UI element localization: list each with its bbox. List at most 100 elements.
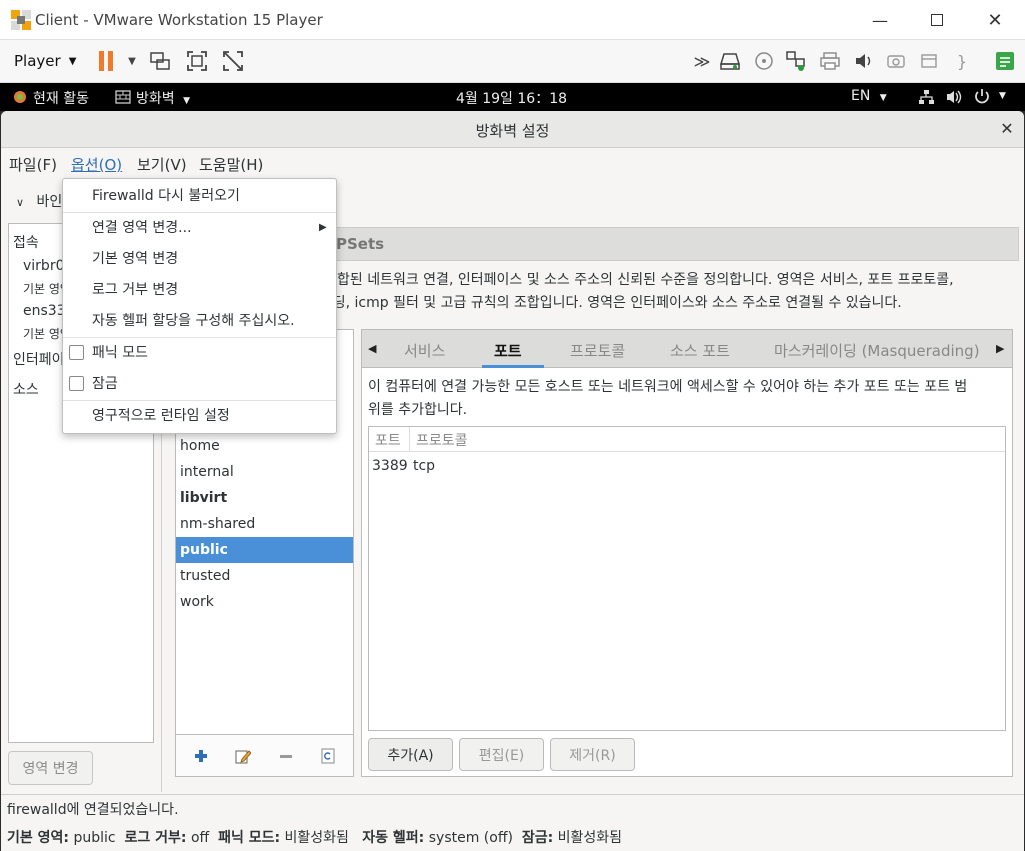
network-adapter-icon[interactable]: [784, 50, 808, 72]
zones-toolbar: [175, 735, 354, 777]
bindings-expander[interactable]: ∨ 바인: [16, 191, 62, 211]
vmware-toolbar: Player ▼ ▼ ≫ }: [0, 40, 1025, 83]
tab-protocols[interactable]: 프로토콜: [570, 340, 625, 361]
network-status-icon[interactable]: [918, 89, 934, 109]
usb-device-icon[interactable]: [917, 50, 941, 72]
menu-item-reload-firewalld[interactable]: Firewalld 다시 불러오기: [63, 181, 336, 211]
lockdown-checkbox[interactable]: [69, 376, 84, 391]
hard-disk-icon[interactable]: [719, 50, 743, 72]
edit-port-button[interactable]: 편집(E): [459, 738, 544, 771]
load-defaults-icon[interactable]: [318, 746, 338, 766]
add-port-button[interactable]: 추가(A): [368, 738, 453, 771]
remove-zone-icon[interactable]: [276, 746, 296, 766]
language-label: EN: [851, 88, 871, 104]
menu-help[interactable]: 도움말(H): [199, 154, 263, 175]
scroll-right-icon[interactable]: ▶: [996, 342, 1004, 355]
bindings-label: 바인: [36, 194, 63, 210]
port-cell: 3389: [372, 458, 408, 474]
cd-dvd-icon[interactable]: [752, 50, 776, 72]
zone-item-nm-shared[interactable]: nm-shared: [176, 511, 353, 537]
menu-item-runtime-to-permanent[interactable]: 영구적으로 런타임 설정: [63, 401, 336, 431]
connection-ens33[interactable]: ens33: [23, 303, 66, 319]
column-header-protocol[interactable]: 프로토콜: [416, 430, 468, 450]
menu-item-lockdown[interactable]: 잠금: [63, 369, 336, 399]
remove-port-button[interactable]: 제거(R): [550, 738, 635, 771]
connection-virbr0[interactable]: virbr0: [23, 258, 64, 274]
fullscreen-icon[interactable]: [185, 50, 209, 72]
send-ctrl-alt-del-icon[interactable]: [148, 50, 172, 72]
maximize-button[interactable]: [908, 0, 966, 40]
zone-item-work[interactable]: work: [176, 589, 353, 615]
notebook-tab-bar: ◀ 서비스 포트 프로토콜 소스 포트 마스커레이딩 (Masquerading…: [362, 330, 1012, 368]
volume-icon[interactable]: [945, 89, 963, 109]
tab-masquerading[interactable]: 마스커레이딩 (Masquerading): [774, 340, 980, 361]
protocol-cell: tcp: [413, 458, 436, 474]
zone-item-public[interactable]: public: [176, 537, 353, 563]
sources-item[interactable]: 소스: [13, 379, 39, 399]
language-indicator[interactable]: EN ▼: [851, 88, 887, 104]
player-menu-label: Player: [14, 52, 61, 70]
display-icon[interactable]: }: [950, 50, 974, 72]
menu-item-change-connection-zone-label: 연결 영역 변경...: [92, 220, 192, 236]
zone-item-internal[interactable]: internal: [176, 459, 353, 485]
tab-source-ports[interactable]: 소스 포트: [670, 340, 730, 361]
panic-mode-checkbox[interactable]: [69, 345, 84, 360]
app-menu-button[interactable]: 방화벽 ▼: [136, 88, 190, 108]
column-header-port[interactable]: 포트: [375, 430, 401, 450]
close-window-button[interactable]: ✕: [966, 0, 1024, 40]
active-tab-indicator: [482, 365, 544, 368]
edit-zone-icon[interactable]: [233, 746, 253, 766]
status-summary: 기본 영역: public 로그 거부: off 패닉 모드: 비활성화됨 자동…: [7, 827, 622, 847]
menu-item-change-log-denied[interactable]: 로그 거부 변경: [63, 275, 336, 305]
submenu-arrow-icon: ▶: [319, 222, 327, 233]
ports-table-header: 포트 프로토콜: [369, 427, 1005, 452]
log-denied-label: 로그 거부:: [124, 830, 187, 846]
camera-icon[interactable]: [884, 50, 908, 72]
minimize-button[interactable]: —: [851, 0, 909, 40]
column-divider: [409, 427, 410, 451]
zone-item-home[interactable]: home: [176, 433, 353, 459]
zone-settings-notebook: ◀ 서비스 포트 프로토콜 소스 포트 마스커레이딩 (Masquerading…: [361, 329, 1013, 777]
tab-ports[interactable]: 포트: [494, 340, 522, 361]
chevron-down-icon[interactable]: ▼: [999, 91, 1006, 101]
add-zone-icon[interactable]: [191, 746, 211, 766]
notes-icon[interactable]: [993, 50, 1017, 72]
ports-description-line1: 이 컴퓨터에 연결 가능한 모든 호스트 또는 네트워크에 액세스할 수 있어야…: [368, 379, 968, 395]
menu-file[interactable]: 파일(F): [9, 154, 57, 175]
scroll-left-icon[interactable]: ◀: [368, 342, 376, 355]
change-zone-button[interactable]: 영역 변경: [8, 751, 93, 785]
menu-options[interactable]: 옵션(O): [71, 154, 122, 175]
gnome-top-bar: 현재 활동 방화벽 ▼ 4월 19일 16：18 EN ▼ ▼: [0, 83, 1025, 111]
activities-button[interactable]: 현재 활동: [33, 88, 89, 108]
auto-helpers-value: system (off): [428, 830, 513, 846]
unity-icon[interactable]: [221, 50, 245, 72]
zone-item-trusted[interactable]: trusted: [176, 563, 353, 589]
ports-description: 이 컴퓨터에 연결 가능한 모든 호스트 또는 네트워크에 액세스할 수 있어야…: [368, 376, 1008, 422]
lockdown-value: 비활성화됨: [557, 830, 623, 846]
zone-item-libvirt[interactable]: libvirt: [176, 485, 353, 511]
default-zone-value: public: [73, 830, 116, 846]
dialog-title: 방화벽 설정: [475, 122, 550, 140]
status-message: firewalld에 연결되었습니다.: [7, 802, 179, 818]
menu-item-configure-auto-helpers[interactable]: 자동 헬퍼 할당을 구성해 주십시오.: [63, 306, 336, 336]
log-denied-value: off: [190, 830, 210, 846]
menu-item-panic-mode[interactable]: 패닉 모드: [63, 338, 336, 368]
menu-item-change-connection-zone[interactable]: 연결 영역 변경... ▶: [63, 213, 336, 243]
menu-item-panic-mode-label: 패닉 모드: [92, 345, 148, 361]
more-devices-icon[interactable]: ≫: [690, 50, 714, 72]
player-menu[interactable]: Player ▼: [6, 48, 84, 74]
pause-dropdown-icon[interactable]: ▼: [120, 50, 144, 72]
power-icon[interactable]: [974, 88, 990, 108]
window-title: Client - VMware Workstation 15 Player: [35, 11, 323, 29]
pause-icon[interactable]: [94, 50, 118, 72]
menu-view[interactable]: 보기(V): [137, 154, 187, 175]
clock[interactable]: 4월 19일 16：18: [456, 88, 567, 108]
menu-item-change-default-zone[interactable]: 기본 영역 변경: [63, 244, 336, 274]
table-row[interactable]: 3389 tcp: [369, 455, 1005, 479]
lockdown-label: 잠금:: [521, 830, 554, 846]
printer-icon[interactable]: [818, 50, 842, 72]
app-menu-label: 방화벽: [136, 91, 175, 107]
tab-services[interactable]: 서비스: [404, 340, 445, 361]
close-icon[interactable]: ✕: [997, 119, 1017, 139]
sound-card-icon[interactable]: [852, 50, 876, 72]
